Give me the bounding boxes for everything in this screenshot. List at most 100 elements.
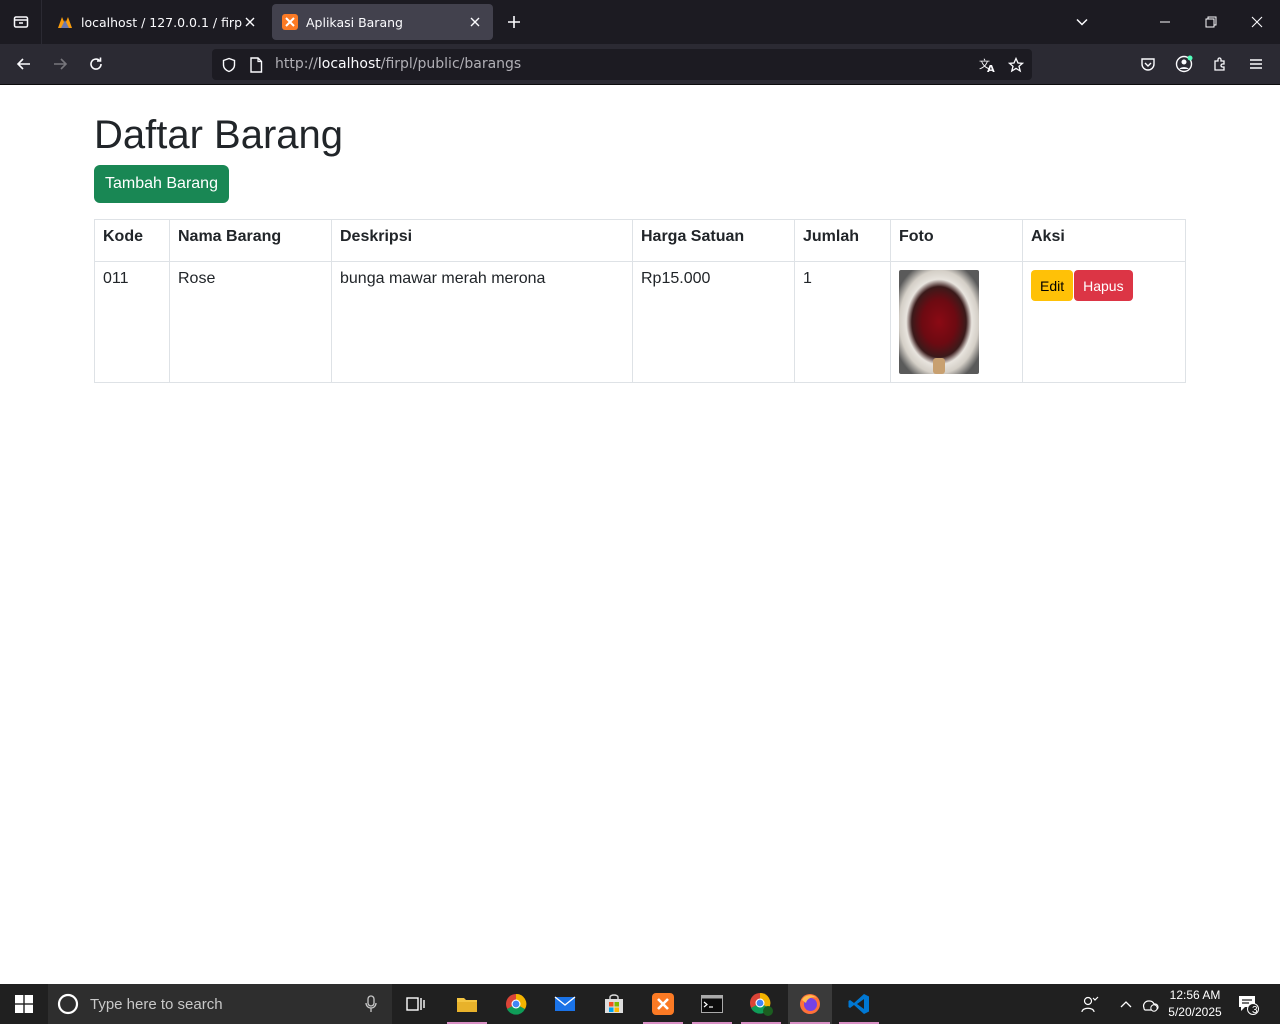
firefox-taskbar-button[interactable] (788, 984, 832, 1024)
file-explorer-taskbar-button[interactable] (445, 984, 489, 1024)
items-table: Kode Nama Barang Deskripsi Harga Satuan … (94, 219, 1186, 383)
page-title: Daftar Barang (94, 113, 344, 157)
column-header: Deskripsi (331, 219, 633, 262)
store-taskbar-button[interactable] (592, 984, 636, 1024)
delete-button[interactable]: Hapus (1074, 270, 1133, 301)
tracking-protection-shield-icon[interactable] (218, 54, 240, 76)
terminal-icon (701, 995, 723, 1013)
restore-button[interactable] (1188, 0, 1234, 44)
column-header: Kode (94, 219, 170, 262)
cortana-circle-icon (57, 993, 79, 1015)
table-row: 011 Rose bunga mawar merah merona Rp15.0… (94, 261, 1186, 383)
new-tab-button[interactable] (500, 8, 528, 36)
tab-aplikasi-barang[interactable]: Aplikasi Barang (272, 4, 493, 40)
red-rose-bouquet-photo (899, 270, 979, 374)
close-tab-icon[interactable] (467, 14, 483, 30)
people-button[interactable] (1070, 984, 1110, 1024)
url-scheme: http:// (275, 56, 318, 72)
add-item-button[interactable]: Tambah Barang (94, 165, 229, 203)
close-icon (1251, 16, 1263, 28)
browser-nav-bar: http://localhost/firpl/public/barangs 文A (0, 44, 1280, 85)
chrome-icon (506, 993, 527, 1015)
pocket-icon (1141, 58, 1155, 71)
xampp-taskbar-button[interactable] (641, 984, 685, 1024)
xampp-icon (282, 14, 298, 30)
clock-time: 12:56 AM (1169, 988, 1221, 1002)
cell-foto (890, 261, 1023, 383)
menu-button[interactable] (1240, 48, 1272, 80)
search-placeholder: Type here to search (90, 995, 223, 1013)
forward-button[interactable] (44, 48, 76, 80)
microphone-icon (365, 995, 377, 1012)
cell-jumlah: 1 (794, 261, 891, 383)
vscode-taskbar-button[interactable] (837, 984, 881, 1024)
chrome-profile-icon (750, 992, 773, 1016)
back-button[interactable] (8, 48, 40, 80)
mail-taskbar-button[interactable] (543, 984, 587, 1024)
column-header: Aksi (1022, 219, 1186, 262)
tab-phpmyadmin[interactable]: localhost / 127.0.0.1 / firpl / bar (47, 4, 268, 40)
reload-icon (90, 57, 102, 70)
task-view-icon (406, 997, 425, 1011)
taskbar-search-box[interactable]: Type here to search (48, 984, 392, 1024)
notification-count-badge: 3 (1252, 1005, 1258, 1016)
plus-icon (508, 16, 520, 28)
back-arrow-icon (16, 58, 30, 70)
store-bag-icon (605, 994, 623, 1013)
mail-icon (554, 996, 576, 1011)
page-info-icon[interactable] (245, 54, 267, 76)
page-content: Daftar Barang Tambah Barang Kode Nama Ba… (0, 85, 1280, 984)
terminal-taskbar-button[interactable] (690, 984, 734, 1024)
vscode-icon (848, 994, 869, 1014)
minimize-icon (1160, 21, 1170, 23)
xampp-icon (652, 993, 674, 1015)
minimize-button[interactable] (1142, 0, 1188, 44)
windows-logo-icon (15, 995, 33, 1013)
reload-button[interactable] (80, 48, 112, 80)
tab-overflow-button[interactable] (1059, 0, 1105, 44)
bookmark-star-icon[interactable] (1005, 54, 1027, 76)
edit-button[interactable]: Edit (1031, 270, 1074, 301)
close-tab-icon[interactable] (242, 14, 258, 30)
hamburger-menu-icon (1250, 59, 1262, 69)
close-window-button[interactable] (1234, 0, 1280, 44)
translate-icon[interactable]: 文A (977, 54, 999, 76)
extensions-button[interactable] (1204, 48, 1236, 80)
cell-harga: Rp15.000 (632, 261, 795, 383)
notification-center-button[interactable]: 3 (1228, 984, 1268, 1024)
pocket-button[interactable] (1132, 48, 1164, 80)
people-icon (1081, 996, 1099, 1013)
start-button[interactable] (0, 984, 48, 1024)
chrome-taskbar-button[interactable] (494, 984, 538, 1024)
restore-icon (1205, 16, 1217, 28)
taskbar-clock[interactable]: 12:56 AM 5/20/2025 (1160, 987, 1230, 1021)
tab-label: localhost / 127.0.0.1 / firpl / bar (81, 14, 242, 30)
account-icon (1175, 55, 1193, 73)
network-icon (1142, 1000, 1159, 1012)
column-header: Harga Satuan (632, 219, 795, 262)
windows-taskbar: Type here to search 12:56 AM 5/20/2025 3 (0, 984, 1280, 1024)
column-header: Foto (890, 219, 1023, 262)
column-header: Nama Barang (169, 219, 332, 262)
browser-tab-bar: localhost / 127.0.0.1 / firpl / bar Apli… (0, 0, 1280, 44)
phpmyadmin-icon (58, 17, 72, 28)
tab-list-icon (13, 16, 28, 28)
clock-date: 5/20/2025 (1168, 1005, 1222, 1019)
url-bar[interactable]: http://localhost/firpl/public/barangs 文A (212, 49, 1032, 80)
account-button[interactable] (1168, 48, 1200, 80)
cell-nama: Rose (169, 261, 332, 383)
url-host: localhost (317, 56, 381, 72)
chevron-down-icon (1076, 18, 1088, 26)
column-header: Jumlah (794, 219, 891, 262)
url-text[interactable]: http://localhost/firpl/public/barangs (275, 56, 521, 72)
cell-aksi: Edit Hapus (1022, 261, 1186, 383)
cell-deskripsi: bunga mawar merah merona (331, 261, 633, 383)
task-view-button[interactable] (394, 984, 438, 1024)
list-all-tabs-button[interactable] (0, 0, 42, 44)
tab-label: Aplikasi Barang (306, 14, 403, 30)
folder-icon (457, 998, 477, 1012)
svg-text:A: A (987, 64, 995, 73)
url-path: /firpl/public/barangs (380, 56, 522, 72)
chevron-up-icon (1120, 1001, 1132, 1008)
chrome-profile-taskbar-button[interactable] (739, 984, 783, 1024)
